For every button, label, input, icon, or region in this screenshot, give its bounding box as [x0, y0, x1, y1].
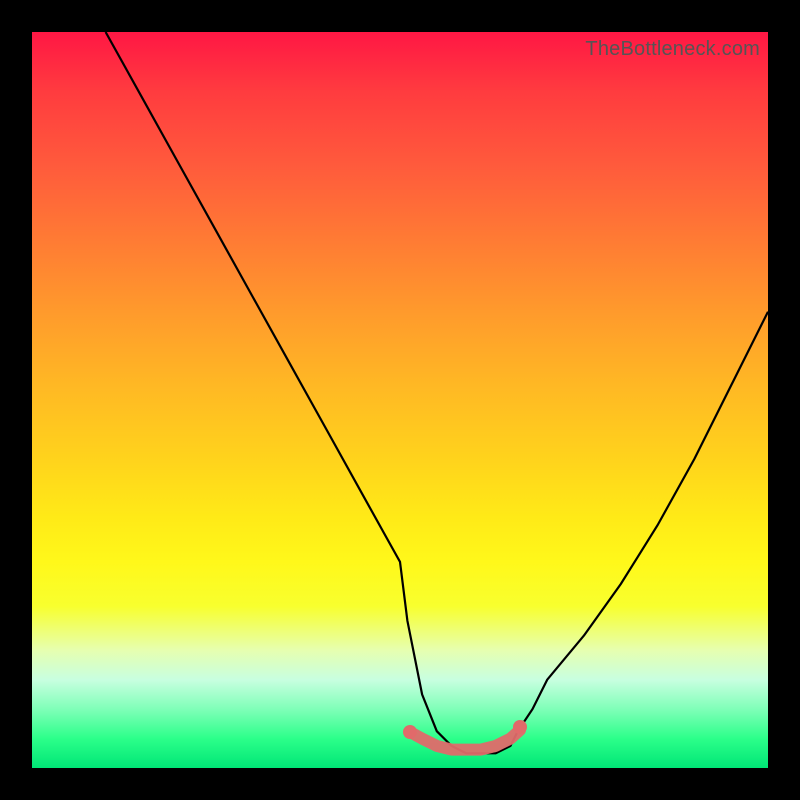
chart-svg — [32, 32, 768, 768]
highlight-dot-left — [403, 725, 417, 739]
highlight-band — [410, 730, 520, 750]
watermark: TheBottleneck.com — [585, 38, 760, 61]
highlight-dot-right — [513, 720, 527, 734]
plot-area: TheBottleneck.com — [32, 32, 768, 768]
bottleneck-curve — [106, 32, 768, 753]
chart-frame: TheBottleneck.com — [0, 0, 800, 800]
